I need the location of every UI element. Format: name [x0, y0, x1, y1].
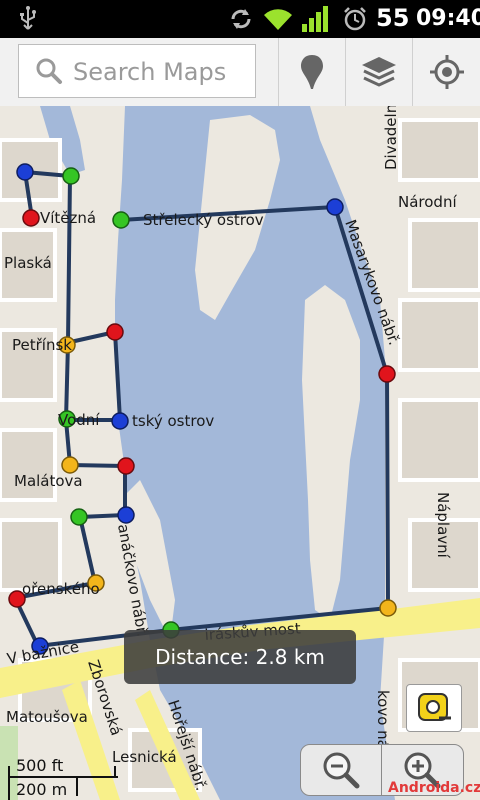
- alarm-icon: [344, 7, 366, 31]
- sync-icon: [231, 9, 251, 29]
- scale-meters-label: 200 m: [16, 780, 68, 799]
- layers-button[interactable]: [345, 38, 412, 106]
- watermark: Androida.cz: [388, 780, 480, 796]
- marker-blue[interactable]: [326, 198, 344, 216]
- street-label-strelecky: Střelecký ostrov: [143, 211, 264, 229]
- scale-line: [8, 776, 118, 778]
- search-input[interactable]: [71, 53, 255, 91]
- street-label-korenskeho: ořenského: [22, 580, 100, 598]
- marker-green[interactable]: [62, 167, 80, 185]
- marker-blue[interactable]: [111, 412, 129, 430]
- street-label-plaska: Plaská: [4, 254, 52, 272]
- search-icon: [36, 58, 62, 84]
- zoom-out-button[interactable]: [301, 745, 382, 795]
- distance-toast: Distance: 2.8 km: [124, 630, 356, 684]
- scale-feet-label: 500 ft: [16, 756, 64, 775]
- marker-red[interactable]: [378, 365, 396, 383]
- scale-bar: 500 ft 200 m: [8, 756, 138, 800]
- street-label-vitezna: Vítězná: [40, 209, 96, 227]
- places-button[interactable]: [278, 38, 345, 106]
- street-label-naplavni: Náplavní: [434, 492, 452, 559]
- street-label-divadelni: Divadelní: [382, 106, 400, 170]
- street-label-petrinska: Petřínsk: [12, 336, 72, 354]
- my-location-icon: [430, 55, 464, 89]
- marker-blue[interactable]: [117, 506, 135, 524]
- marker-green[interactable]: [70, 508, 88, 526]
- measure-tool-button[interactable]: [406, 684, 462, 732]
- street-label-detsky: tský ostrov: [132, 412, 214, 430]
- zoom-out-icon: [323, 752, 360, 789]
- marker-blue[interactable]: [16, 163, 34, 181]
- my-location-button[interactable]: [412, 38, 480, 106]
- usb-icon: [20, 6, 36, 30]
- street-label-malatova: Malátova: [14, 472, 83, 490]
- scale-tick: [76, 778, 78, 796]
- search-box[interactable]: [18, 44, 256, 98]
- marker-red[interactable]: [117, 457, 135, 475]
- marker-red[interactable]: [22, 209, 40, 227]
- marker-green[interactable]: [112, 211, 130, 229]
- clock: 09:40: [416, 6, 480, 31]
- places-pin-icon: [301, 55, 323, 89]
- layers-icon: [362, 57, 396, 87]
- marker-red[interactable]: [106, 323, 124, 341]
- marker-yellow[interactable]: [61, 456, 79, 474]
- battery-level: 55: [376, 4, 410, 32]
- wifi-icon: [264, 9, 292, 31]
- street-label-vodni: Vodní: [58, 411, 100, 429]
- scale-tick: [8, 766, 10, 800]
- marker-yellow[interactable]: [379, 599, 397, 617]
- maps-toolbar: [0, 38, 480, 107]
- status-bar: 55 09:40: [0, 0, 480, 38]
- tape-measure-icon: [418, 693, 451, 721]
- signal-icon: [302, 6, 328, 32]
- street-label-narodni: Národní: [398, 193, 457, 211]
- street-label-matousova: Matoušova: [6, 708, 88, 726]
